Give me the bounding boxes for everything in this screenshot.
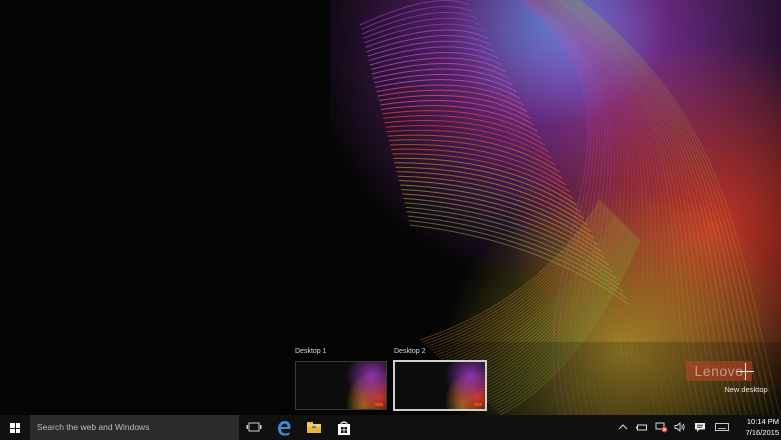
store-button[interactable] (329, 415, 359, 440)
lenovo-mini-logo (375, 403, 383, 406)
volume-button[interactable] (671, 415, 689, 440)
task-view-button[interactable] (239, 415, 269, 440)
show-hidden-icons-button[interactable] (614, 415, 632, 440)
network-icon (655, 422, 668, 433)
file-explorer-icon (307, 422, 321, 433)
windows-logo-icon (10, 423, 20, 433)
touch-keyboard-button[interactable] (712, 415, 730, 440)
taskbar: Search the web and Windows 10:14 PM 7/16… (0, 415, 781, 440)
search-input[interactable]: Search the web and Windows (30, 415, 239, 440)
desktop-1-label: Desktop 1 (295, 348, 327, 355)
clock[interactable]: 10:14 PM 7/16/2015 (735, 417, 779, 438)
keyboard-icon (715, 423, 729, 431)
lenovo-mini-logo (474, 403, 482, 406)
action-center-icon (695, 423, 705, 432)
store-icon (338, 421, 350, 435)
action-center-button[interactable] (691, 415, 709, 440)
start-button[interactable] (0, 415, 30, 440)
edge-icon (278, 421, 291, 436)
desktop-2-thumbnail[interactable] (393, 360, 487, 411)
battery-icon (636, 424, 647, 431)
network-button[interactable] (652, 415, 670, 440)
new-desktop-button[interactable]: New desktop (718, 363, 774, 399)
battery-button[interactable] (633, 415, 651, 440)
task-view-icon (246, 422, 262, 432)
edge-button[interactable] (269, 415, 299, 440)
file-explorer-button[interactable] (299, 415, 329, 440)
plus-icon (737, 363, 754, 380)
clock-time: 10:14 PM (746, 417, 779, 426)
clock-date: 7/16/2015 (745, 427, 779, 437)
volume-icon (674, 422, 685, 432)
chevron-up-icon (618, 424, 628, 430)
desktop-1-thumbnail[interactable] (295, 361, 387, 410)
desktop-2-label: Desktop 2 (394, 348, 426, 355)
new-desktop-label: New desktop (724, 385, 768, 394)
